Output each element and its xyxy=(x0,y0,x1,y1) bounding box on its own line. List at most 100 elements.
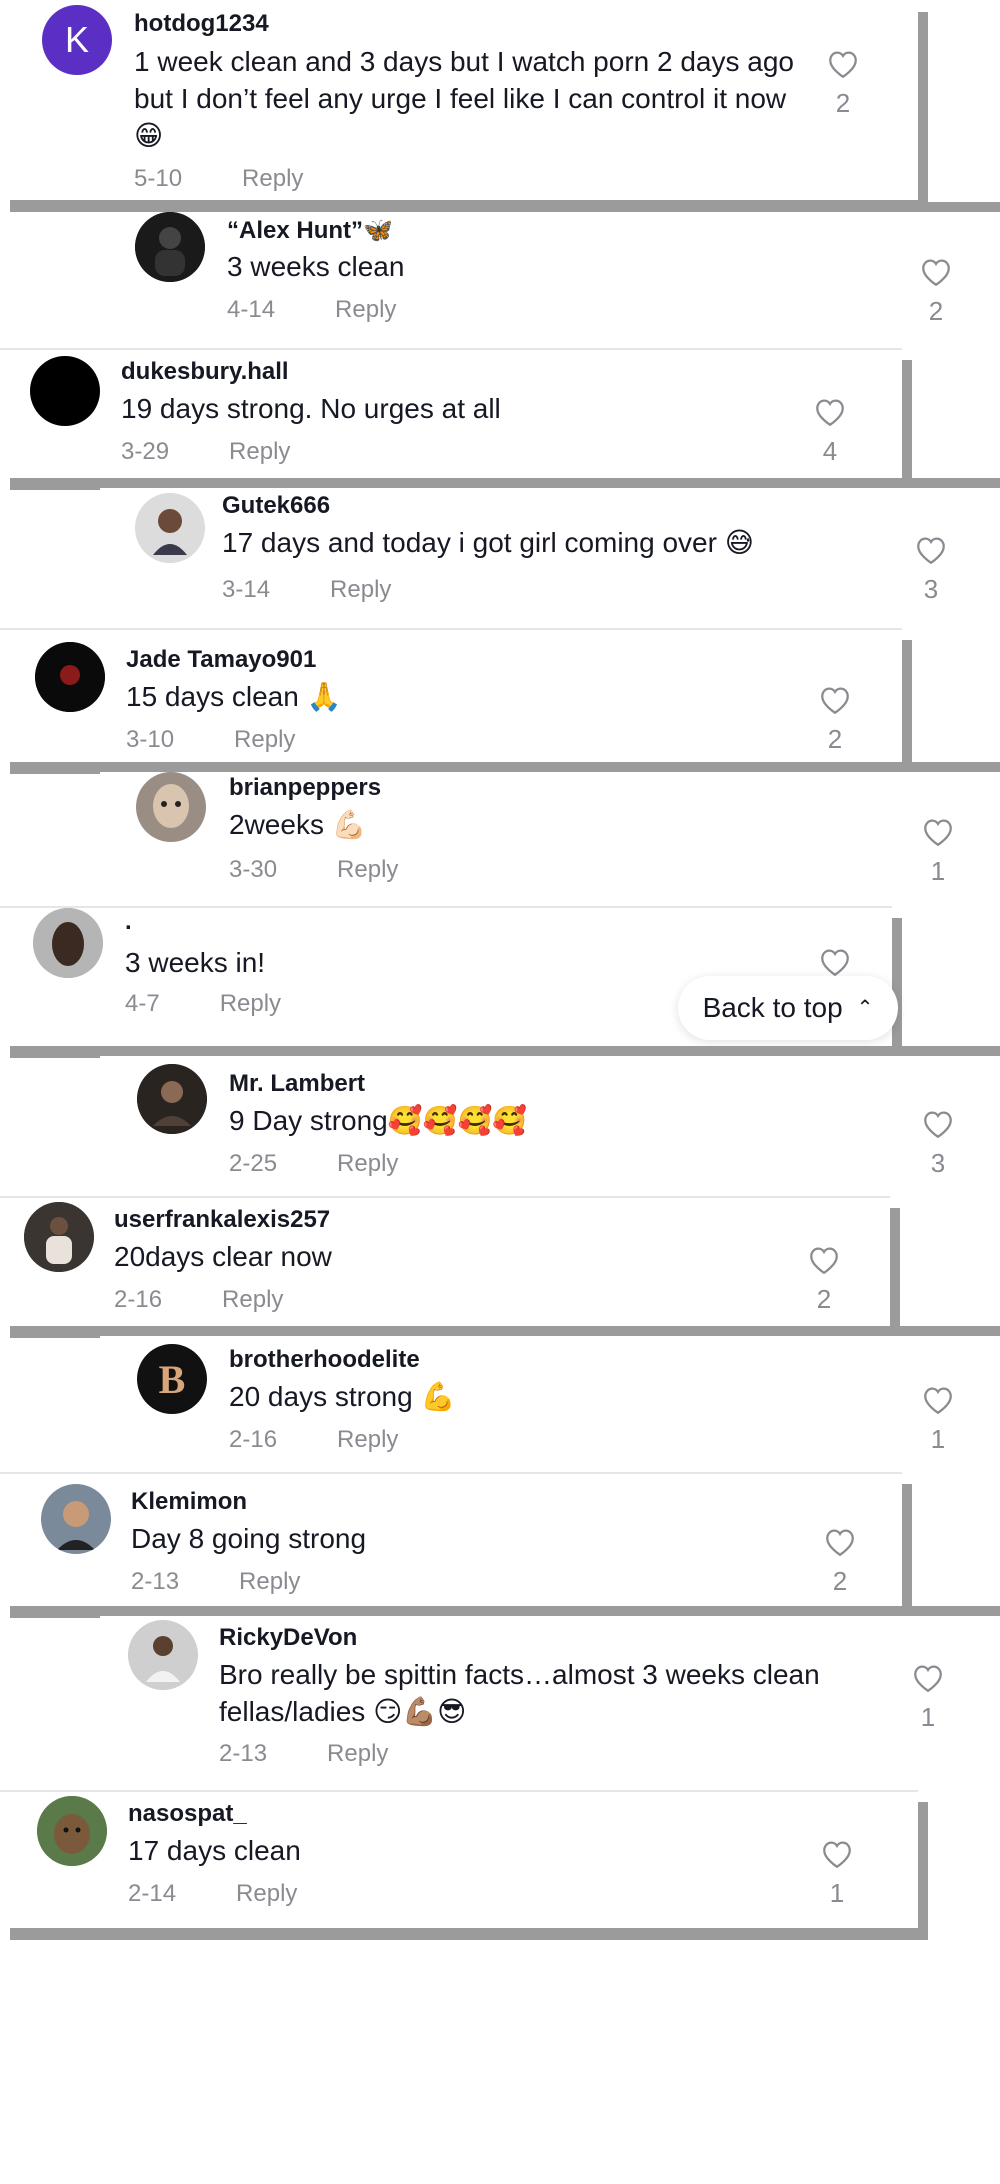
reply-button[interactable]: Reply xyxy=(327,1740,388,1767)
like-button[interactable]: 2 xyxy=(823,48,863,119)
like-count: 2 xyxy=(816,1284,832,1314)
comment-username[interactable]: “Alex Hunt”🦋 xyxy=(227,216,393,245)
comment-username[interactable]: userfrankalexis257 xyxy=(114,1206,330,1234)
comment-card: brianpeppers 2weeks 💪🏻 3-30 Reply 1 xyxy=(100,772,1000,902)
comment-meta: 4-14 Reply xyxy=(227,296,396,324)
heart-icon xyxy=(810,1247,838,1275)
comment-card: Klemimon Day 8 going strong 2-13 Reply 2 xyxy=(0,1472,902,1606)
comment-text: 20days clear now xyxy=(114,1241,332,1272)
like-count: 1 xyxy=(829,1878,845,1908)
avatar[interactable] xyxy=(137,1064,207,1134)
avatar[interactable] xyxy=(135,493,205,563)
like-count: 1 xyxy=(930,856,946,886)
heart-icon xyxy=(922,259,950,287)
comment-card: “Alex Hunt”🦋 3 weeks clean 4-14 Reply 2 xyxy=(100,212,1000,342)
avatar[interactable] xyxy=(24,1202,94,1272)
comment-card: K hotdog1234 1 week clean and 3 days but… xyxy=(0,0,918,200)
comment-username[interactable]: dukesbury.hall xyxy=(121,358,289,386)
comment-username[interactable]: brianpeppers xyxy=(229,774,381,802)
avatar[interactable] xyxy=(135,212,205,282)
comment-meta: 3-14 Reply xyxy=(222,576,391,604)
comment-username[interactable]: Mr. Lambert xyxy=(229,1070,365,1098)
like-button[interactable]: 4 xyxy=(810,396,850,467)
comment-text: 17 days and today i got girl coming over… xyxy=(222,527,754,558)
reply-button[interactable]: Reply xyxy=(242,165,303,192)
comment-text: 9 Day strong🥰🥰🥰🥰 xyxy=(229,1105,528,1136)
heart-icon xyxy=(924,1111,952,1139)
comment-date: 4-14 xyxy=(227,296,276,323)
like-button[interactable]: 3 xyxy=(911,534,951,605)
comment-text: 2weeks 💪🏻 xyxy=(229,809,367,840)
avatar[interactable] xyxy=(30,356,100,426)
heart-icon xyxy=(924,819,952,847)
avatar[interactable] xyxy=(128,1620,198,1690)
avatar[interactable]: K xyxy=(42,5,112,75)
back-to-top-button[interactable]: Back to top ⌃ xyxy=(678,976,898,1040)
avatar[interactable] xyxy=(41,1484,111,1554)
comment-username[interactable]: RickyDeVon xyxy=(219,1624,357,1652)
avatar[interactable]: B xyxy=(137,1344,207,1414)
like-count: 2 xyxy=(827,724,843,754)
comment-meta: 5-10 Reply xyxy=(134,165,303,193)
comment-username[interactable]: . xyxy=(125,908,132,936)
like-button[interactable]: 1 xyxy=(918,1384,958,1455)
comment-username[interactable]: brotherhoodelite xyxy=(229,1346,420,1374)
avatar[interactable] xyxy=(33,908,103,978)
like-count: 4 xyxy=(822,436,838,466)
back-to-top-label: Back to top xyxy=(702,992,843,1023)
reply-button[interactable]: Reply xyxy=(337,856,398,883)
comment-date: 2-14 xyxy=(128,1880,177,1907)
comment-date: 3-30 xyxy=(229,856,278,883)
comment-username[interactable]: Jade Tamayo901 xyxy=(126,646,316,674)
comment-date: 2-16 xyxy=(229,1426,278,1453)
heart-icon xyxy=(816,399,844,427)
avatar[interactable] xyxy=(136,772,206,842)
avatar[interactable] xyxy=(35,642,105,712)
comment-text: 3 weeks clean xyxy=(227,251,405,282)
comment-date: 3-14 xyxy=(222,576,271,603)
reply-button[interactable]: Reply xyxy=(229,438,290,465)
like-button[interactable]: 2 xyxy=(820,1526,860,1597)
like-button[interactable]: 2 xyxy=(916,256,956,327)
heart-icon xyxy=(826,1529,854,1557)
comment-meta: 3-30 Reply xyxy=(229,856,398,884)
comment-card: userfrankalexis257 20days clear now 2-16… xyxy=(0,1196,890,1326)
comment-username[interactable]: nasospat_ xyxy=(128,1800,247,1828)
comment-card: B brotherhoodelite 20 days strong 💪 2-16… xyxy=(100,1336,1000,1464)
comment-username[interactable]: Klemimon xyxy=(131,1488,247,1516)
comment-date: 2-16 xyxy=(114,1286,163,1313)
like-button[interactable]: 3 xyxy=(918,1108,958,1179)
comment-card: Jade Tamayo901 15 days clean 🙏 3-10 Reply… xyxy=(0,628,902,762)
comment-text: 19 days strong. No urges at all xyxy=(121,393,501,424)
reply-button[interactable]: Reply xyxy=(236,1880,297,1907)
reply-button[interactable]: Reply xyxy=(234,726,295,753)
comment-card: Mr. Lambert 9 Day strong🥰🥰🥰🥰 2-25 Reply 3 xyxy=(100,1056,1000,1186)
reply-button[interactable]: Reply xyxy=(337,1426,398,1453)
comment-card: Gutek666 17 days and today i got girl co… xyxy=(100,488,1000,616)
comment-meta: 2-14 Reply xyxy=(128,1880,297,1908)
reply-button[interactable]: Reply xyxy=(239,1568,300,1595)
like-count: 3 xyxy=(930,1148,946,1178)
heart-icon xyxy=(821,949,849,977)
reply-button[interactable]: Reply xyxy=(330,576,391,603)
comment-text: 15 days clean 🙏 xyxy=(126,681,342,712)
comment-text: 20 days strong 💪 xyxy=(229,1381,456,1412)
comment-meta: 3-10 Reply xyxy=(126,726,295,754)
reply-button[interactable]: Reply xyxy=(335,296,396,323)
comment-meta: 3-29 Reply xyxy=(121,438,290,466)
avatar[interactable] xyxy=(37,1796,107,1866)
like-button[interactable]: 1 xyxy=(918,816,958,887)
reply-button[interactable]: Reply xyxy=(222,1286,283,1313)
heart-icon xyxy=(917,537,945,565)
like-button[interactable]: 2 xyxy=(804,1244,844,1315)
like-button[interactable]: 2 xyxy=(815,684,855,755)
comment-card: nasospat_ 17 days clean 2-14 Reply 1 xyxy=(0,1790,918,1928)
like-button[interactable]: 1 xyxy=(908,1662,948,1733)
heart-icon xyxy=(924,1387,952,1415)
like-count: 2 xyxy=(835,88,851,118)
comment-username[interactable]: Gutek666 xyxy=(222,492,330,520)
reply-button[interactable]: Reply xyxy=(220,990,281,1017)
like-button[interactable]: 1 xyxy=(817,1838,857,1909)
comment-username[interactable]: hotdog1234 xyxy=(134,10,269,38)
reply-button[interactable]: Reply xyxy=(337,1150,398,1177)
